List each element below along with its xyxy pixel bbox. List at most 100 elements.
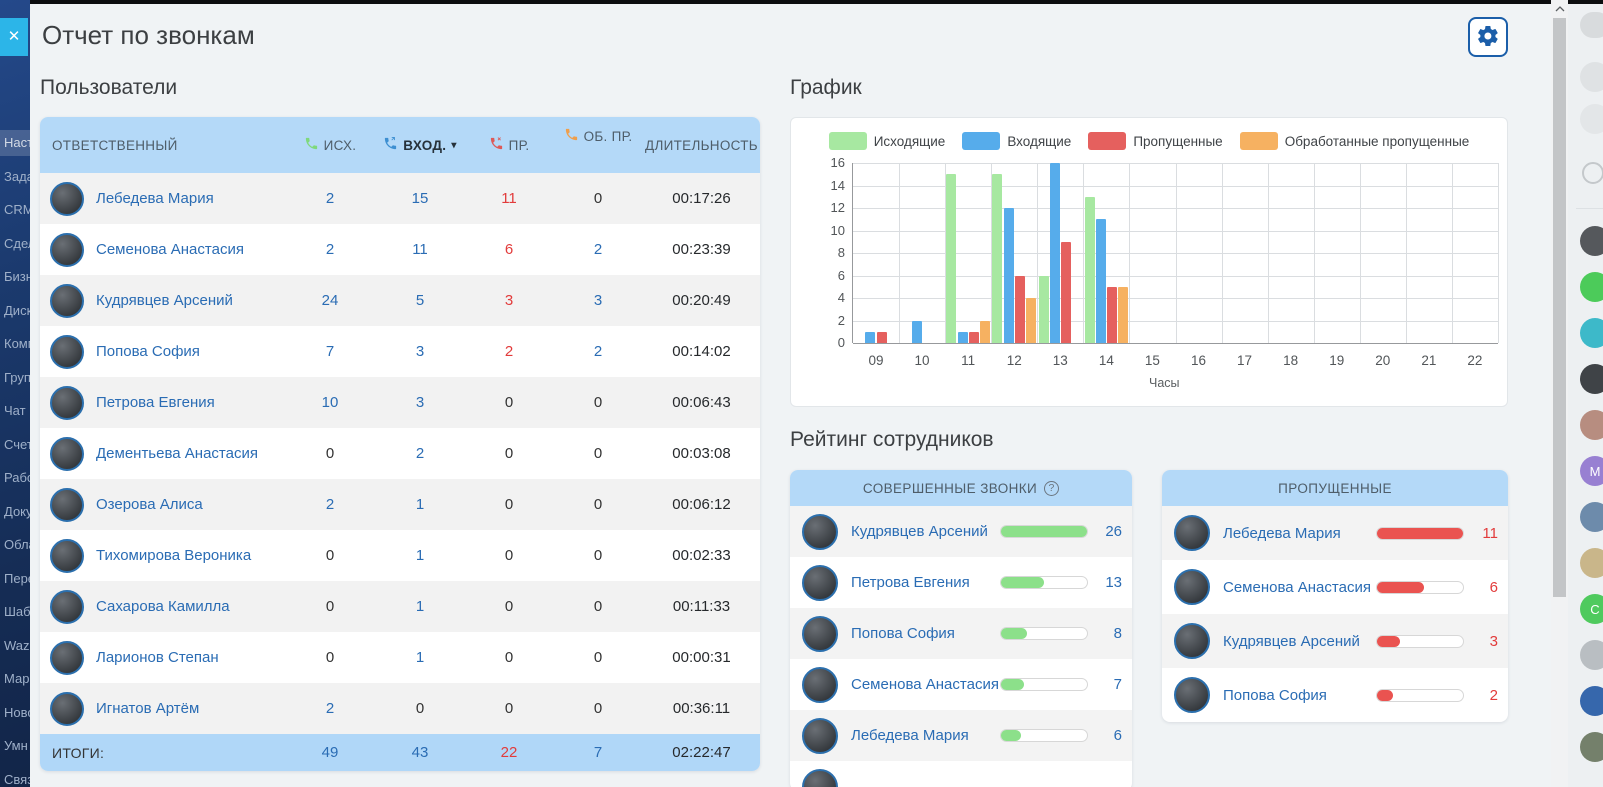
sidebar-item-19[interactable]: Умн [0,733,30,759]
sidebar-item-4[interactable]: Сдел [0,231,30,257]
table-row[interactable]: Тихомирова Вероника010000:02:33 [40,530,760,581]
sidebar-item-6[interactable]: Диск [0,298,30,324]
rail-avatar[interactable] [1580,318,1603,348]
sidebar-item-12[interactable]: Доку [0,499,30,525]
rating-row[interactable] [790,761,1132,787]
employee-name-link[interactable]: Лебедева Мария [851,727,969,744]
rail-pill-button[interactable] [1580,12,1603,38]
rail-avatar[interactable] [1580,410,1603,440]
column-responsible[interactable]: ОТВЕТСТВЕННЫЙ [40,138,285,153]
rail-utility-icon[interactable] [1580,104,1603,134]
employee-name-link[interactable]: Кудрявцев Арсений [851,523,988,540]
rating-row[interactable]: Семенова Анастасия7 [790,659,1132,710]
table-row[interactable]: Петрова Евгения1030000:06:43 [40,377,760,428]
column-incoming-sorted[interactable]: ВХОД.▾ [375,136,465,154]
rail-avatar[interactable] [1580,640,1603,670]
sidebar-item-1[interactable]: Наст [0,130,30,156]
legend-item[interactable]: Исходящие [829,132,946,150]
table-row[interactable]: Озерова Алиса210000:06:12 [40,479,760,530]
legend-item[interactable]: Входящие [962,132,1071,150]
rating-row[interactable]: Попова София2 [1162,668,1508,722]
rating-row[interactable]: Петрова Евгения13 [790,557,1132,608]
user-name-link[interactable]: Семенова Анастасия [96,241,244,258]
chart-bar-Пропущенные [969,332,979,343]
user-name-link[interactable]: Озерова Алиса [96,496,203,513]
sidebar-item-13[interactable]: Обла [0,532,30,558]
rail-avatar[interactable] [1580,502,1603,532]
rail-avatar[interactable] [1580,548,1603,578]
rail-avatar[interactable]: C [1580,594,1603,624]
table-row[interactable]: Кудрявцев Арсений2453300:20:49 [40,275,760,326]
sidebar-item-10[interactable]: Счет [0,432,30,458]
table-row[interactable]: Сахарова Камилла010000:11:33 [40,581,760,632]
rail-avatar[interactable] [1580,226,1603,256]
sidebar-item-16[interactable]: Wazz [0,633,30,659]
scrollbar-thumb[interactable] [1553,18,1566,597]
column-outgoing[interactable]: ИСХ. [285,136,375,154]
employee-name-link[interactable]: Попова София [851,625,955,642]
user-name-link[interactable]: Тихомирова Вероника [96,547,251,564]
user-name-link[interactable]: Лебедева Мария [96,190,214,207]
rail-avatar[interactable] [1580,732,1603,762]
sidebar-item-8[interactable]: Груп [0,365,30,391]
help-icon[interactable]: ? [1044,481,1059,496]
sidebar-item-2[interactable]: Зада [0,164,30,190]
user-cell: Петрова Евгения [40,386,285,420]
table-row[interactable]: Попова София732200:14:02 [40,326,760,377]
rating-row[interactable]: Попова София8 [790,608,1132,659]
user-name-link[interactable]: Игнатов Артём [96,700,199,717]
rating-row[interactable]: Кудрявцев Арсений3 [1162,614,1508,668]
rail-avatar[interactable]: M [1580,456,1603,486]
rail-utility-icon[interactable] [1582,162,1603,184]
sidebar-item-20[interactable]: Связ [0,767,30,787]
sidebar-item-9[interactable]: Чат и [0,398,30,424]
close-slider-button[interactable]: ✕ [0,18,28,56]
user-name-link[interactable]: Петрова Евгения [96,394,215,411]
right-messenger-rail: MC [1568,4,1603,787]
user-name-link[interactable]: Ларионов Степан [96,649,219,666]
rail-utility-icon[interactable] [1580,62,1603,92]
settings-button[interactable] [1468,17,1508,57]
user-name-link[interactable]: Дементьева Анастасия [96,445,258,462]
employee-name-link[interactable]: Семенова Анастасия [1223,579,1371,596]
scrollbar-up-arrow[interactable] [1551,0,1568,17]
chart-bar-Входящие [912,321,922,344]
employee-name-link[interactable]: Петрова Евгения [851,574,970,591]
column-missed[interactable]: ПР. [465,136,553,154]
rating-row[interactable]: Кудрявцев Арсений26 [790,506,1132,557]
employee-name-link[interactable]: Семенова Анастасия [851,676,999,693]
rail-avatar[interactable] [1580,272,1603,302]
sidebar-item-15[interactable]: Шаб [0,599,30,625]
sidebar-item-18[interactable]: Ново [0,700,30,726]
duration-value: 00:11:33 [643,598,760,615]
user-name-link[interactable]: Кудрявцев Арсений [96,292,233,309]
rail-avatar[interactable] [1580,686,1603,716]
rating-row[interactable]: Семенова Анастасия6 [1162,560,1508,614]
table-row[interactable]: Ларионов Степан010000:00:31 [40,632,760,683]
table-row[interactable]: Игнатов Артём200000:36:11 [40,683,760,734]
column-duration[interactable]: ДЛИТЕЛЬНОСТЬ [643,138,760,153]
rail-avatar[interactable] [1580,364,1603,394]
employee-name-link[interactable]: Лебедева Мария [1223,525,1341,542]
sidebar-item-5[interactable]: Бизн [0,264,30,290]
sidebar-item-7[interactable]: Комп [0,331,30,357]
sidebar-item-17[interactable]: Мар [0,666,30,692]
duration-value: 00:06:12 [643,496,760,513]
column-handled-missed[interactable]: ОБ. ПР. [553,127,643,145]
table-row[interactable]: Лебедева Мария21511000:17:26 [40,173,760,224]
legend-item[interactable]: Обработанные пропущенные [1240,132,1470,150]
sidebar-item-14[interactable]: Пере [0,566,30,592]
table-row[interactable]: Семенова Анастасия2116200:23:39 [40,224,760,275]
employee-name-link[interactable]: Кудрявцев Арсений [1223,633,1360,650]
call-count: 10 [285,394,375,411]
table-row[interactable]: Дементьева Анастасия020000:03:08 [40,428,760,479]
user-name-link[interactable]: Сахарова Камилла [96,598,230,615]
employee-name-link[interactable]: Попова София [1223,687,1327,704]
sidebar-item-11[interactable]: Рабо [0,465,30,491]
sidebar-item-3[interactable]: CRM [0,197,30,223]
avatar [802,718,838,754]
rating-row[interactable]: Лебедева Мария6 [790,710,1132,761]
legend-item[interactable]: Пропущенные [1088,132,1222,150]
rating-row[interactable]: Лебедева Мария11 [1162,506,1508,560]
user-name-link[interactable]: Попова София [96,343,200,360]
